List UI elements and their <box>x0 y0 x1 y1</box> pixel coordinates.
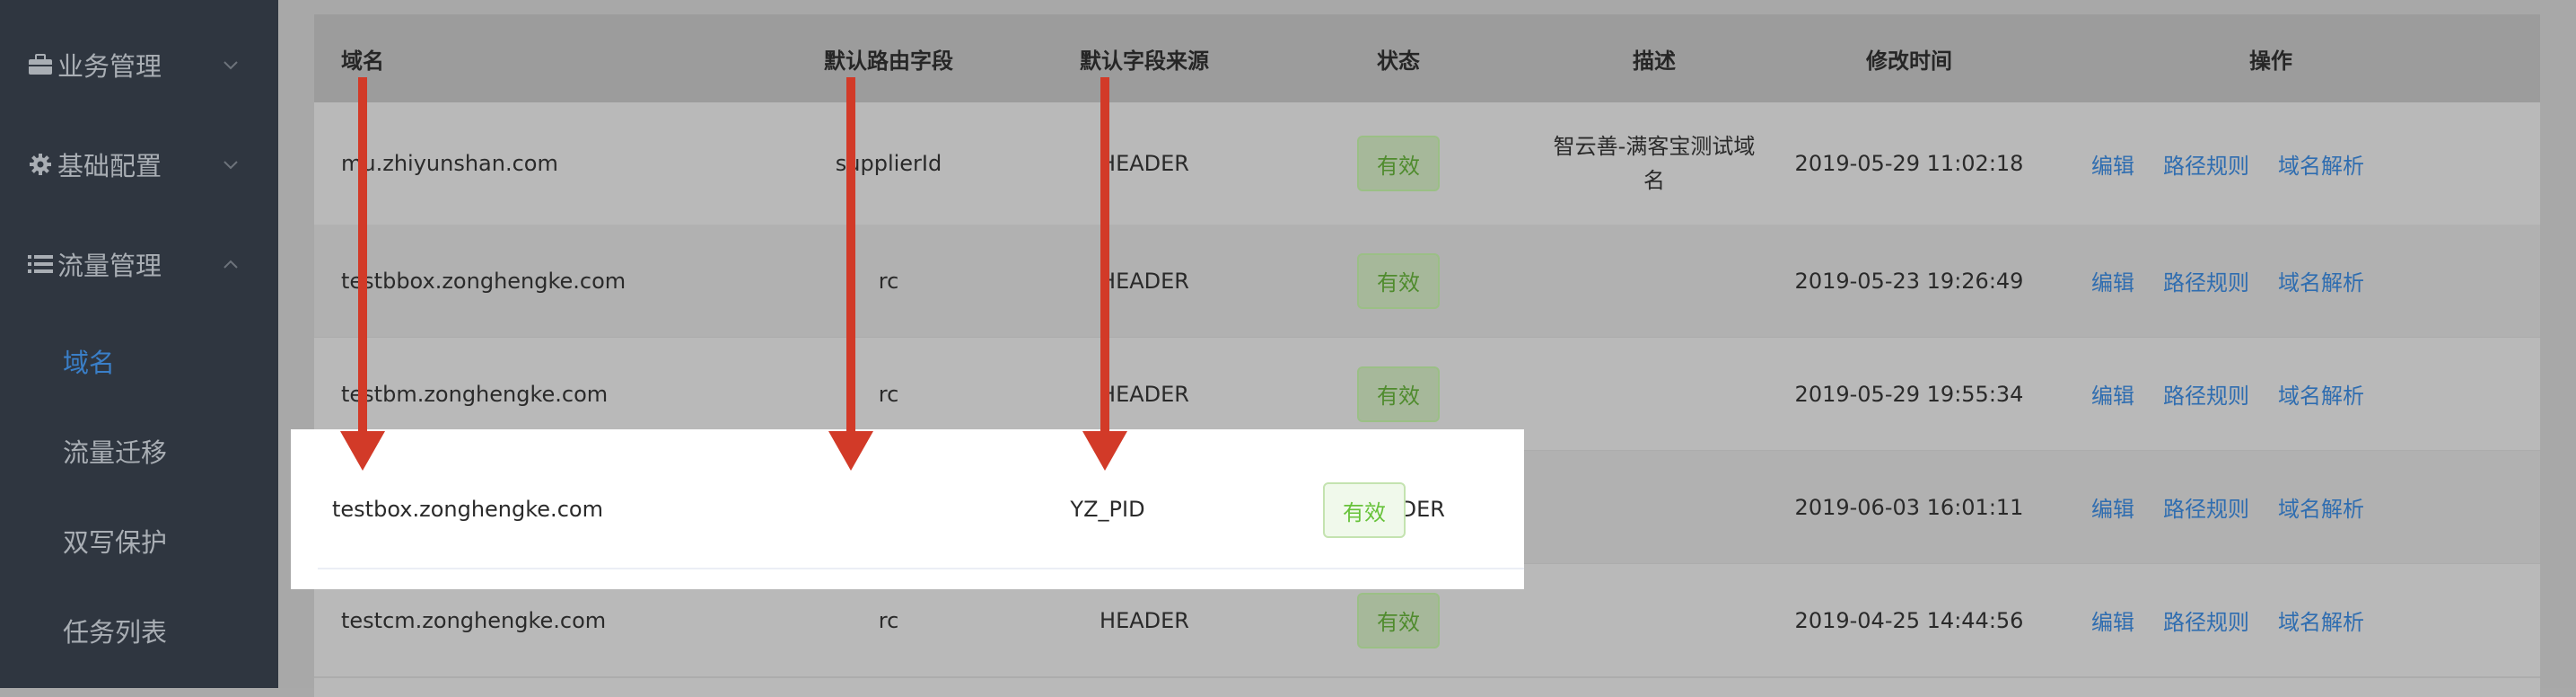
menu-group-label: 基础配置 <box>57 151 162 181</box>
row-actions: 编辑 路径规则 域名解析 <box>2091 225 2364 337</box>
path-rules-link[interactable]: 路径规则 <box>2163 148 2249 180</box>
cell-domain: mu.zhiyunshan.com <box>341 151 558 176</box>
header-field-source: 默认字段来源 <box>1080 48 1209 74</box>
chevron-down-icon <box>223 61 238 70</box>
sidebar-item-task-list[interactable]: 任务列表 <box>63 604 167 657</box>
status-badge: 有效 <box>1357 136 1440 191</box>
cell-route-field: rc <box>878 268 899 294</box>
status-badge: 有效 <box>1357 592 1440 648</box>
domain-table: 域名 默认路由字段 默认字段来源 状态 描述 修改时间 操作 mu.zhiyun… <box>314 14 2540 697</box>
cell-modified: 2019-05-29 11:02:18 <box>1794 151 2024 176</box>
status-badge: 有效 <box>1323 482 1406 538</box>
header-description: 描述 <box>1633 48 1676 74</box>
cell-domain: testbbox.zonghengke.com <box>341 268 626 294</box>
header-actions: 操作 <box>2249 48 2292 74</box>
dns-link[interactable]: 域名解析 <box>2278 265 2364 296</box>
path-rules-link[interactable]: 路径规则 <box>2163 491 2249 523</box>
menu-group-label: 流量管理 <box>57 251 162 281</box>
table-row: testbbox.zonghengke.com rc HEADER 有效 201… <box>314 225 2540 339</box>
header-domain: 域名 <box>341 48 384 74</box>
path-rules-link[interactable]: 路径规则 <box>2163 604 2249 636</box>
edit-link[interactable]: 编辑 <box>2091 604 2134 636</box>
sidebar-item-dual-write[interactable]: 双写保护 <box>63 514 167 568</box>
status-badge: 有效 <box>1357 366 1440 422</box>
cell-route-field: YZ_PID <box>1070 497 1145 522</box>
menu-group-label: 业务管理 <box>57 51 162 82</box>
chevron-up-icon <box>223 260 238 269</box>
row-actions: 编辑 路径规则 域名解析 <box>2091 338 2364 450</box>
menu-group-traffic[interactable]: 流量管理 <box>0 224 278 304</box>
cell-field-source: HEADER <box>1100 151 1189 176</box>
cell-modified: 2019-06-03 16:01:11 <box>1794 494 2024 520</box>
edit-link[interactable]: 编辑 <box>2091 378 2134 410</box>
sidebar-item-domain[interactable]: 域名 <box>63 334 115 388</box>
briefcase-icon <box>25 49 56 80</box>
list-icon <box>25 249 56 279</box>
dns-link[interactable]: 域名解析 <box>2278 491 2364 523</box>
path-rules-link[interactable]: 路径规则 <box>2163 378 2249 410</box>
gear-icon <box>25 149 56 180</box>
sidebar: 业务管理 基础配置 流量管理 域名 流量迁移 双写保护 任务列表 <box>0 0 278 688</box>
row-divider <box>318 568 1524 569</box>
highlighted-row: testbox.zonghengke.com YZ_PID HEADER 有效 <box>291 429 1524 589</box>
table-header: 域名 默认路由字段 默认字段来源 状态 描述 修改时间 操作 <box>314 14 2540 102</box>
path-rules-link[interactable]: 路径规则 <box>2163 265 2249 296</box>
row-actions: 编辑 路径规则 域名解析 <box>2091 451 2364 563</box>
dns-link[interactable]: 域名解析 <box>2278 378 2364 410</box>
dns-link[interactable]: 域名解析 <box>2278 604 2364 636</box>
cell-modified: 2019-05-23 19:26:49 <box>1794 268 2024 294</box>
header-modified: 修改时间 <box>1866 48 1952 74</box>
sidebar-item-traffic-migration[interactable]: 流量迁移 <box>63 424 167 478</box>
dns-link[interactable]: 域名解析 <box>2278 148 2364 180</box>
edit-link[interactable]: 编辑 <box>2091 491 2134 523</box>
edit-link[interactable]: 编辑 <box>2091 265 2134 296</box>
table-row: mu.zhiyunshan.com supplierId HEADER 有效 智… <box>314 102 2540 226</box>
header-status: 状态 <box>1377 48 1420 74</box>
row-actions: 编辑 路径规则 域名解析 <box>2091 564 2364 676</box>
edit-link[interactable]: 编辑 <box>2091 148 2134 180</box>
header-route-field: 默认路由字段 <box>824 48 953 74</box>
menu-group-config[interactable]: 基础配置 <box>0 124 278 205</box>
cell-description: 智云善-满客宝测试域名 <box>1553 134 1756 193</box>
cell-route-field: supplierId <box>835 151 942 176</box>
cell-field-source: HEADER <box>1100 268 1189 294</box>
cell-modified: 2019-05-29 19:55:34 <box>1794 381 2024 407</box>
menu-group-business[interactable]: 业务管理 <box>0 24 278 105</box>
chevron-down-icon <box>223 161 238 170</box>
row-actions: 编辑 路径规则 域名解析 <box>2091 102 2364 225</box>
cell-modified: 2019-04-25 14:44:56 <box>1794 607 2024 633</box>
cell-domain: testbox.zonghengke.com <box>332 497 603 522</box>
status-badge: 有效 <box>1357 252 1440 309</box>
